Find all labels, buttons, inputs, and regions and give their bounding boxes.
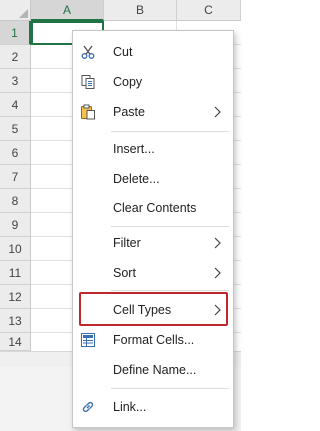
row-header[interactable]: 1	[0, 21, 31, 45]
menu-item-label: Cut	[113, 45, 133, 59]
chevron-right-icon	[213, 235, 223, 251]
menu-separator	[111, 226, 229, 227]
row-header[interactable]: 11	[0, 261, 31, 285]
menu-item-cut[interactable]: Cut	[73, 37, 233, 67]
menu-item-clear-contents[interactable]: Clear Contents	[73, 193, 233, 223]
row-header[interactable]: 7	[0, 165, 31, 189]
menu-item-label: Delete...	[113, 172, 160, 186]
menu-item-cell-types[interactable]: Cell Types	[73, 295, 233, 325]
menu-item-label: Sort	[113, 266, 136, 280]
chevron-right-icon	[213, 104, 223, 120]
menu-item-define-name[interactable]: Define Name...	[73, 355, 233, 385]
column-header-c[interactable]: C	[177, 0, 241, 21]
menu-item-format-cells[interactable]: Format Cells...	[73, 325, 233, 355]
copy-icon	[80, 74, 96, 90]
row-header[interactable]: 6	[0, 141, 31, 165]
link-icon	[80, 399, 96, 415]
menu-item-label: Format Cells...	[113, 333, 195, 347]
column-header-a[interactable]: A	[31, 0, 104, 21]
row-header[interactable]: 14	[0, 333, 31, 351]
menu-separator	[111, 388, 229, 389]
menu-item-label: Link...	[113, 400, 147, 414]
select-all-triangle-icon	[19, 9, 28, 18]
menu-item-label: Copy	[113, 75, 143, 89]
scissors-icon	[80, 44, 96, 60]
menu-item-label: Insert...	[113, 142, 155, 156]
menu-item-copy[interactable]: Copy	[73, 67, 233, 97]
chevron-right-icon	[213, 302, 223, 318]
format-cells-icon	[80, 332, 96, 348]
menu-item-label: Paste	[113, 105, 145, 119]
chevron-right-icon	[213, 265, 223, 281]
menu-item-link[interactable]: Link...	[73, 392, 233, 422]
menu-item-filter[interactable]: Filter	[73, 228, 233, 258]
row-header[interactable]: 9	[0, 213, 31, 237]
select-all-corner[interactable]	[0, 0, 31, 21]
menu-item-label: Filter	[113, 236, 141, 250]
row-header[interactable]: 8	[0, 189, 31, 213]
menu-item-label: Define Name...	[113, 363, 197, 377]
row-header[interactable]: 5	[0, 117, 31, 141]
menu-item-paste[interactable]: Paste	[73, 97, 233, 127]
row-header[interactable]: 3	[0, 69, 31, 93]
row-header[interactable]: 10	[0, 237, 31, 261]
menu-item-delete[interactable]: Delete...	[73, 164, 233, 194]
context-menu: Cut Copy Paste Insert... Delete... Clear…	[72, 30, 234, 428]
paste-icon	[80, 104, 96, 120]
column-header-b[interactable]: B	[104, 0, 177, 21]
row-header[interactable]: 2	[0, 45, 31, 69]
menu-item-sort[interactable]: Sort	[73, 258, 233, 288]
row-headers: 1 2 3 4 5 6 7 8 9 10 11 12 13 14	[0, 21, 31, 351]
menu-separator	[111, 131, 229, 132]
menu-item-label: Clear Contents	[113, 201, 197, 215]
menu-item-insert[interactable]: Insert...	[73, 134, 233, 164]
row-header[interactable]: 12	[0, 285, 31, 309]
menu-item-label: Cell Types	[113, 303, 172, 317]
column-headers: A B C	[31, 0, 241, 21]
row-header[interactable]: 4	[0, 93, 31, 117]
row-header[interactable]: 13	[0, 309, 31, 333]
menu-separator	[111, 290, 229, 291]
